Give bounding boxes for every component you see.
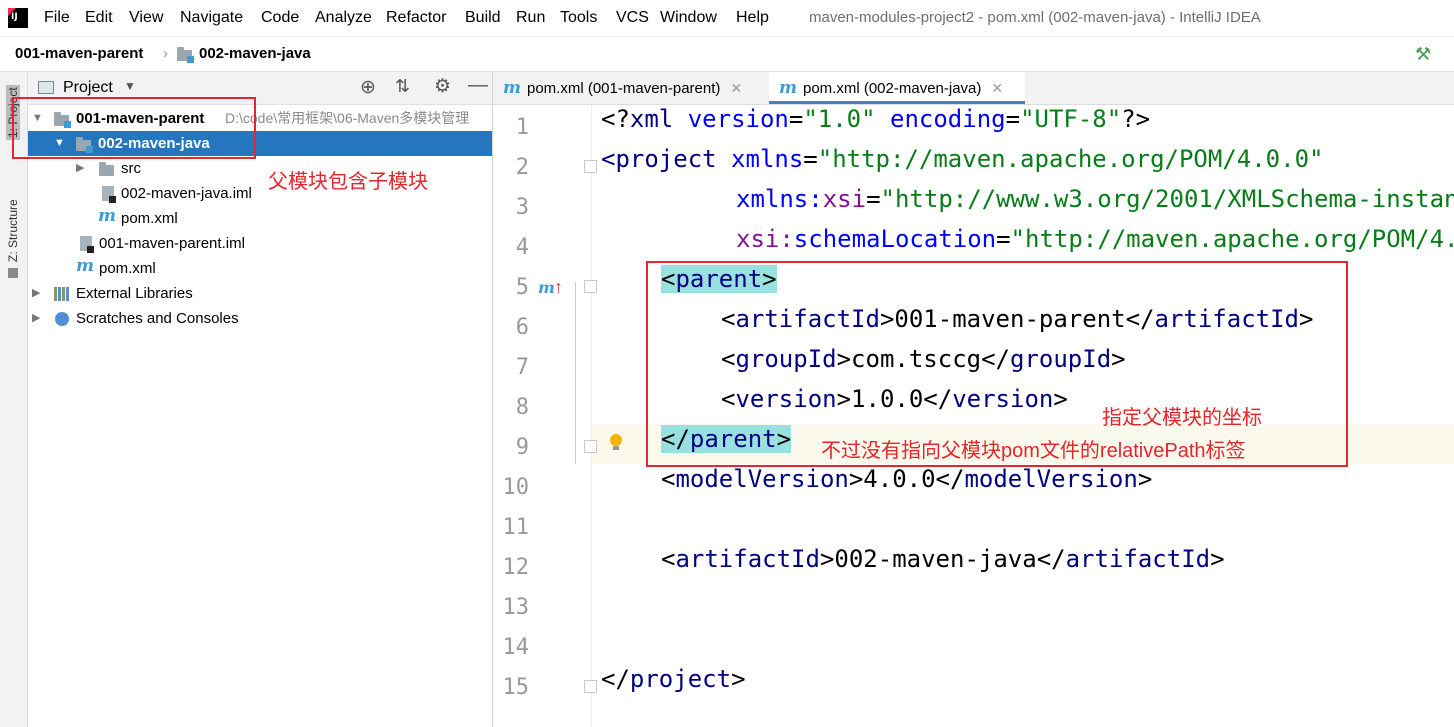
breadcrumb: 001-maven-parent › 002-maven-java [0,37,1454,72]
tree-item-parent-iml[interactable]: 001-maven-parent.iml [28,231,492,256]
gear-icon[interactable]: ⚙ [434,75,451,98]
menu-view[interactable]: View [129,9,163,27]
annotation-specify-coords: 指定父模块的坐标 [1102,407,1262,429]
maven-file-icon: m [503,78,521,98]
breadcrumb-item-parent[interactable]: 001-maven-parent [15,45,143,62]
menu-help[interactable]: Help [736,9,769,27]
maven-file-icon: m [76,256,94,276]
tree-item-label: Scratches and Consoles [76,310,239,327]
minimize-icon[interactable]: — [468,74,488,97]
code-line-1: <?xml version="1.0" encoding="UTF-8"?> [601,105,1151,133]
menu-run[interactable]: Run [516,9,545,27]
tree-item-label: External Libraries [76,285,193,302]
collapse-all-icon[interactable]: ⇅ [395,76,410,97]
chevron-right-icon: › [163,45,168,62]
menu-build[interactable]: Build [465,9,501,27]
annotation-no-relative-path: 不过没有指向父模块pom文件的relativePath标签 [821,440,1246,462]
locate-target-icon[interactable]: ⊕ [360,76,376,99]
build-hammer-icon[interactable]: ⚒ [1415,44,1431,65]
menu-file[interactable]: File [44,9,70,27]
maven-parent-gutter-icon[interactable]: m [538,278,555,297]
close-icon[interactable]: ✕ [991,80,1003,96]
code-line-15: </project> [601,665,746,693]
tab-structure[interactable]: Z: Structure [6,199,20,262]
menu-navigate[interactable]: Navigate [180,9,243,27]
collapsed-arrow-icon[interactable]: ▶ [32,306,40,331]
tool-window-strip: 1: Project Z: Structure [0,72,28,727]
maven-file-icon: m [779,78,797,98]
tree-item-label: src [121,160,141,177]
annotation-parent-contains-child: 父模块包含子模块 [268,171,428,193]
collapsed-arrow-icon[interactable]: ▶ [32,281,40,306]
tab-child-pom[interactable]: m pom.xml (002-maven-java) ✕ [769,72,1025,104]
tree-item-path: D:\code\常用框架\06-Maven多模块管理 [225,110,470,126]
tree-item-label: 001-maven-parent.iml [99,235,245,252]
tab-label: pom.xml (001-maven-parent) [527,80,721,97]
code-line-2: <project xmlns="http://maven.apache.org/… [601,145,1324,173]
scratches-icon [55,312,69,326]
menu-edit[interactable]: Edit [85,9,113,27]
chevron-down-icon[interactable]: ▼ [124,79,136,93]
menu-vcs[interactable]: VCS [616,9,649,27]
intellij-logo-icon [8,8,28,28]
maven-file-icon: m [98,206,116,226]
collapsed-arrow-icon[interactable]: ▶ [76,156,84,181]
menu-bar: File Edit View Navigate Code Analyze Ref… [0,0,1454,37]
navigate-up-arrow-icon[interactable]: ↑ [554,277,563,298]
tree-item-parent-pom[interactable]: m pom.xml [28,256,492,281]
line-number: 14 [502,635,530,660]
tree-item-label: pom.xml [121,210,178,227]
folder-icon [99,162,114,176]
line-number: 2 [515,155,529,180]
iml-file-icon [102,186,116,203]
menu-window[interactable]: Window [660,9,717,27]
menu-code[interactable]: Code [261,9,299,27]
tree-item-scratches[interactable]: ▶ Scratches and Consoles [28,306,492,331]
iml-file-icon [80,236,94,253]
project-view-icon [38,81,54,94]
line-number: 1 [515,115,529,140]
code-line-12: <artifactId>002-maven-java</artifactId> [661,545,1225,573]
menu-refactor[interactable]: Refactor [386,9,446,27]
editor-tabs: m pom.xml (001-maven-parent) ✕ m pom.xml (0… [493,72,1454,105]
project-panel-title[interactable]: Project [63,79,113,97]
line-number: 10 [502,475,530,500]
library-icon [54,287,70,301]
tree-item-label: pom.xml [99,260,156,277]
line-number: 13 [502,595,530,620]
tree-item-label: 002-maven-java.iml [121,185,252,202]
line-number: 7 [515,355,529,380]
structure-icon [8,268,18,278]
line-number: 5 [515,275,529,300]
line-number: 11 [502,515,530,540]
tab-label: pom.xml (002-maven-java) [803,80,982,97]
tab-parent-pom[interactable]: m pom.xml (001-maven-parent) ✕ [493,72,769,104]
menu-analyze[interactable]: Analyze [315,9,372,27]
code-line-3: xmlns:xsi="http://www.w3.org/2001/XMLSch… [736,185,1454,213]
line-number: 12 [502,555,530,580]
tree-item-external-libraries[interactable]: ▶ External Libraries [28,281,492,306]
window-title: maven-modules-project2 - pom.xml (002-ma… [809,9,1261,26]
breadcrumb-item-child[interactable]: 002-maven-java [199,45,311,62]
line-number: 15 [502,675,530,700]
line-number: 9 [515,435,529,460]
editor-gutter: 1 2 3 4 5 6 7 8 9 10 11 12 13 14 15 [493,105,592,727]
code-line-10: <modelVersion>4.0.0</modelVersion> [661,465,1153,493]
close-icon[interactable]: ✕ [730,80,742,96]
tree-item-child-pom[interactable]: m pom.xml [28,206,492,231]
code-line-4: xsi:schemaLocation="http://maven.apache.… [736,225,1454,253]
fold-guide-line [575,282,576,464]
module-folder-icon [177,47,194,63]
line-number: 8 [515,395,529,420]
line-number: 6 [515,315,529,340]
menu-tools[interactable]: Tools [560,9,597,27]
line-number: 3 [515,195,529,220]
annotation-box-tree [12,97,256,159]
line-number: 4 [515,235,529,260]
